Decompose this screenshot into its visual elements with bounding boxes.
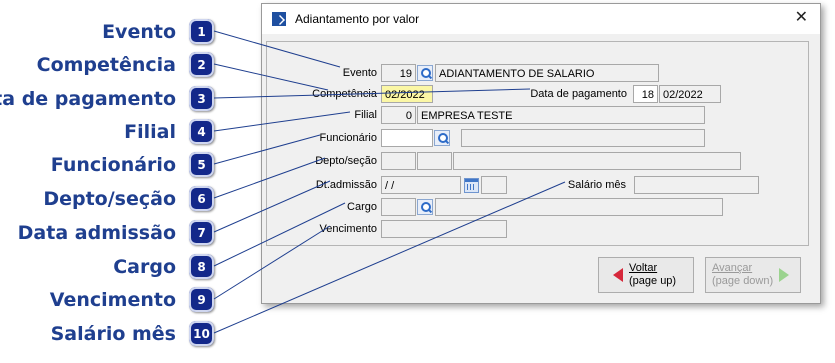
connector-line — [213, 63, 329, 91]
connector-line — [213, 134, 321, 165]
connector-line — [213, 180, 331, 233]
connector-line — [213, 111, 351, 132]
callout-connector-lines — [213, 30, 566, 334]
connector-line — [213, 30, 341, 68]
connector-line — [213, 202, 346, 267]
connector-line — [213, 181, 566, 334]
connector-line — [213, 157, 326, 199]
connector-line — [213, 88, 531, 99]
connector-line — [213, 225, 331, 300]
